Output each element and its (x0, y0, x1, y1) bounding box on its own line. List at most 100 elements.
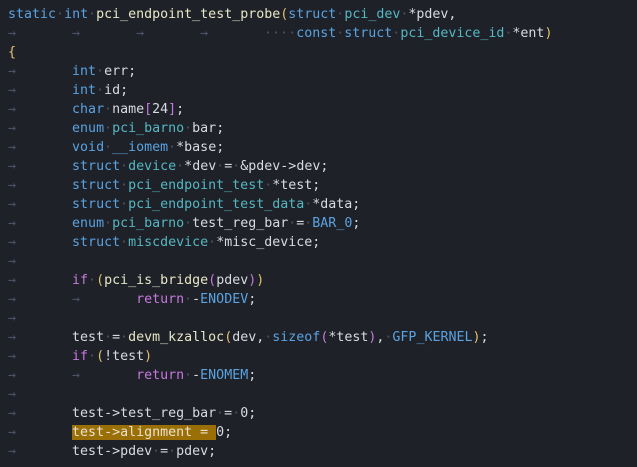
whitespace-marker: → (8, 330, 73, 345)
code-line[interactable]: → if·(!test) (8, 347, 637, 366)
code-token: ) (256, 273, 265, 288)
code-token: ; (248, 368, 257, 383)
whitespace-marker: → → (8, 292, 137, 307)
code-token: struct (72, 178, 121, 193)
code-token: int (72, 64, 97, 79)
code-token: base; (184, 140, 225, 155)
whitespace-marker: · (120, 197, 129, 212)
whitespace-marker: → (8, 64, 73, 79)
code-line[interactable]: → struct·miscdevice·*misc_device; (8, 233, 637, 252)
whitespace-marker: · (104, 216, 113, 231)
code-token: ; (224, 425, 233, 440)
code-token: miscdevice (128, 235, 209, 250)
code-line[interactable]: → test->alignment = 0; (8, 423, 637, 442)
whitespace-marker: · (184, 216, 193, 231)
code-line[interactable]: → (8, 385, 637, 404)
code-token: struct (72, 159, 121, 174)
code-token: ( (208, 273, 217, 288)
code-token: int (64, 7, 89, 22)
whitespace-marker: · (176, 159, 185, 174)
code-line[interactable]: → if·(pci_is_bridge(pdev)) (8, 271, 637, 290)
code-line[interactable]: static·int·pci_endpoint_test_probe(struc… (8, 5, 637, 24)
code-token: pdev (216, 273, 249, 288)
whitespace-marker: · (232, 406, 241, 421)
code-token: struct (288, 7, 337, 22)
code-line[interactable]: → test·=·devm_kzalloc(dev,·sizeof(*test)… (8, 328, 637, 347)
code-token: test_reg_bar (192, 216, 289, 231)
code-token: ( (96, 273, 105, 288)
code-token: data; (320, 197, 361, 212)
code-line[interactable]: → struct·pci_endpoint_test_data·*data; (8, 195, 637, 214)
whitespace-marker: → (8, 102, 73, 117)
code-line[interactable]: → (8, 461, 637, 467)
search-highlight: test->alignment = (72, 425, 217, 440)
code-line[interactable]: → → → → ····const·struct·pci_device_id·*… (8, 24, 637, 43)
code-line[interactable]: { (8, 43, 637, 62)
code-token: bar; (192, 121, 225, 136)
code-token: if (72, 273, 89, 288)
code-token: return (136, 368, 185, 383)
code-token: ent (520, 26, 545, 41)
code-line[interactable]: → → return·-ENODEV; (8, 290, 637, 309)
whitespace-marker: · (96, 83, 105, 98)
code-editor[interactable]: static·int·pci_endpoint_test_probe(struc… (0, 0, 637, 467)
whitespace-marker: · (120, 159, 129, 174)
code-token: err; (104, 64, 137, 79)
whitespace-marker: → (8, 311, 17, 326)
code-line[interactable]: → → return·-ENOMEM; (8, 366, 637, 385)
whitespace-marker: · (152, 444, 161, 459)
code-token: pci_dev (344, 7, 401, 22)
code-token: ) (544, 26, 553, 41)
code-token: pci_barno (112, 121, 185, 136)
code-token: int (72, 83, 97, 98)
code-token: pci_is_bridge (104, 273, 209, 288)
whitespace-marker: · (104, 330, 113, 345)
code-token: name (112, 102, 145, 117)
code-line[interactable]: → enum·pci_barno·test_reg_bar·=·BAR_0; (8, 214, 637, 233)
whitespace-marker: → (8, 140, 73, 155)
code-line[interactable]: → struct·device·*dev·=·&pdev->dev; (8, 157, 637, 176)
whitespace-marker: → (8, 235, 73, 250)
whitespace-marker: → (8, 216, 73, 231)
whitespace-marker: → → (8, 368, 137, 383)
code-token: pci_barno (112, 216, 185, 231)
code-token: ; (248, 292, 257, 307)
whitespace-marker: · (120, 178, 129, 193)
code-token: ; (248, 406, 257, 421)
whitespace-marker: · (120, 330, 129, 345)
code-line[interactable]: → int·id; (8, 81, 637, 100)
code-token: 0 (216, 425, 225, 440)
code-line[interactable]: → test->test_reg_bar·=·0; (8, 404, 637, 423)
code-token: * (184, 159, 193, 174)
code-line[interactable]: → void·__iomem·*base; (8, 138, 637, 157)
code-token: ENOMEM (200, 368, 249, 383)
whitespace-marker: → (8, 387, 17, 402)
whitespace-marker: → (8, 178, 73, 193)
whitespace-marker: · (104, 102, 113, 117)
code-line[interactable]: → char·name[24]; (8, 100, 637, 119)
code-line[interactable]: → struct·pci_endpoint_test·*test; (8, 176, 637, 195)
whitespace-marker: → (8, 159, 73, 174)
whitespace-marker: → → → → ···· (8, 26, 297, 41)
whitespace-marker: → (8, 349, 73, 364)
whitespace-marker: → (8, 197, 73, 212)
code-line[interactable]: → enum·pci_barno·bar; (8, 119, 637, 138)
code-area[interactable]: static·int·pci_endpoint_test_probe(struc… (8, 5, 637, 467)
code-token: ] (168, 102, 177, 117)
whitespace-marker: · (96, 64, 105, 79)
code-line[interactable]: → (8, 252, 637, 271)
code-token: enum (72, 121, 105, 136)
whitespace-marker: → (8, 254, 17, 269)
code-line[interactable]: → test->pdev·=·pdev; (8, 442, 637, 461)
whitespace-marker: → (8, 444, 73, 459)
code-line[interactable]: → (8, 309, 637, 328)
whitespace-marker: → (8, 121, 73, 136)
code-token: id; (104, 83, 129, 98)
code-token: misc_device; (224, 235, 321, 250)
code-token: test->test_reg_bar (72, 406, 217, 421)
whitespace-marker: → (8, 83, 73, 98)
code-token: dev (192, 159, 217, 174)
code-token: pci_device_id (400, 26, 505, 41)
code-line[interactable]: → int·err; (8, 62, 637, 81)
code-token: char (72, 102, 105, 117)
